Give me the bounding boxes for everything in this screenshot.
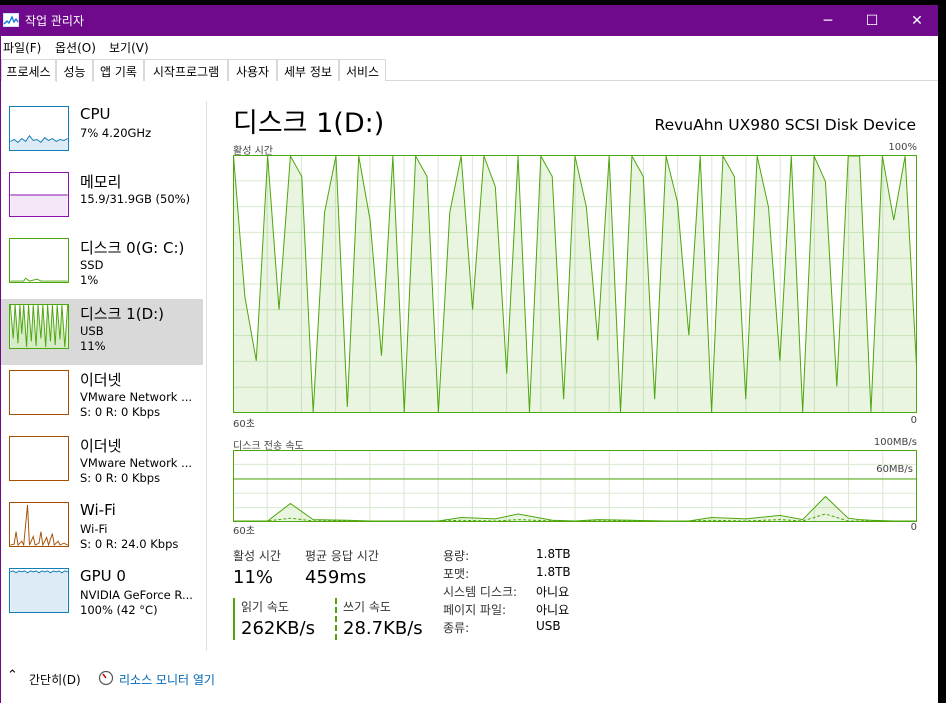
read-speed-indicator	[233, 598, 235, 640]
sidebar-item-usage: S: 0 R: 0 Kbps	[80, 405, 161, 419]
sidebar-item-name: 메모리	[80, 173, 122, 191]
task-manager-window: 작업 관리자 ─ ☐ ✕ 파일(F) 옵션(O) 보기(V) 프로세스 성능 앱…	[0, 5, 938, 703]
sidebar-item-ethernet-2[interactable]: 이더넷 VMware Network ... S: 0 R: 0 Kbps	[1, 431, 203, 497]
menu-file[interactable]: 파일(F)	[3, 39, 41, 56]
tab-details[interactable]: 세부 정보	[277, 59, 339, 81]
tab-app-history[interactable]: 앱 기록	[93, 59, 144, 81]
sidebar-item-usage: 1%	[80, 273, 99, 287]
transfer-rate-chart	[233, 450, 917, 522]
chart1-time-left: 60초	[233, 419, 255, 430]
write-speed-indicator	[335, 598, 337, 640]
sidebar-item-disk0[interactable]: 디스크 0(G: C:) SSD 1%	[1, 233, 203, 299]
sidebar-item-usage: 100% (42 °C)	[80, 603, 158, 617]
sidebar-item-wifi[interactable]: Wi-Fi Wi-Fi S: 0 R: 24.0 Kbps	[1, 497, 203, 563]
close-button[interactable]: ✕	[894, 5, 938, 36]
sidebar-item-detail: 7% 4.20GHz	[80, 126, 152, 140]
write-speed-label: 쓰기 속도	[343, 600, 391, 614]
series-area	[233, 156, 917, 412]
resource-monitor-link[interactable]: 리소스 모니터 열기	[119, 671, 215, 688]
sidebar-item-name: CPU	[80, 105, 111, 123]
sidebar-item-memory[interactable]: 메모리 15.9/31.9GB (50%)	[1, 167, 203, 233]
page-title: 디스크 1(D:)	[233, 108, 385, 139]
property-label: 포맷:	[443, 567, 470, 581]
tab-processes[interactable]: 프로세스	[1, 59, 56, 81]
read-speed-value: 262KB/s	[241, 618, 315, 639]
maximize-button[interactable]: ☐	[849, 5, 895, 36]
property-value: USB	[536, 619, 561, 633]
sidebar-item-detail: Wi-Fi	[80, 522, 108, 536]
sidebar-item-detail: SSD	[80, 258, 104, 272]
active-time-label: 활성 시간	[233, 549, 281, 563]
sidebar-item-detail: 15.9/31.9GB (50%)	[80, 192, 191, 206]
sidebar-item-cpu[interactable]: CPU 7% 4.20GHz	[1, 101, 203, 167]
footer-bar: ⌃ 간단히(D) 리소스 모니터 열기	[1, 665, 938, 695]
collapse-button[interactable]: 간단히(D)	[29, 671, 81, 688]
wifi-thumbnail-graph	[9, 502, 69, 547]
resource-sidebar: CPU 7% 4.20GHz 메모리 15.9/31.9GB (50%) 디스크…	[1, 101, 206, 641]
sidebar-item-name: GPU 0	[80, 567, 126, 585]
sidebar-item-name: Wi-Fi	[80, 501, 116, 519]
avg-response-label: 평균 응답 시간	[305, 549, 379, 563]
write-speed-value: 28.7KB/s	[343, 618, 423, 639]
property-value: 1.8TB	[536, 565, 571, 579]
sidebar-item-name: 이더넷	[80, 371, 122, 389]
property-value: 아니요	[536, 603, 570, 617]
chart2-max-label: 100MB/s	[873, 437, 917, 448]
chart1-time-right: 0	[910, 415, 917, 426]
property-label: 종류:	[443, 621, 470, 635]
resource-monitor-icon	[98, 670, 114, 686]
property-label: 시스템 디스크:	[443, 585, 518, 599]
disk-detail-panel: 디스크 1(D:) RevuAhn UX980 SCSI Disk Device…	[207, 101, 938, 651]
menu-view[interactable]: 보기(V)	[109, 39, 149, 56]
chart2-time-left: 60초	[233, 526, 255, 537]
disk1-thumbnail-graph	[9, 304, 69, 349]
sidebar-item-gpu[interactable]: GPU 0 NVIDIA GeForce R... 100% (42 °C)	[1, 563, 203, 629]
tab-performance[interactable]: 성능	[56, 59, 93, 82]
tab-startup[interactable]: 시작프로그램	[144, 59, 228, 81]
sidebar-item-usage: S: 0 R: 0 Kbps	[80, 471, 161, 485]
menu-bar: 파일(F) 옵션(O) 보기(V)	[1, 36, 938, 56]
property-label: 페이지 파일:	[443, 603, 507, 617]
sidebar-item-name: 디스크 1(D:)	[80, 305, 165, 323]
tab-users[interactable]: 사용자	[228, 59, 277, 81]
chart1-max-label: 100%	[888, 142, 917, 153]
read-speed-label: 읽기 속도	[241, 600, 289, 614]
task-manager-icon	[3, 13, 19, 27]
property-label: 용량:	[443, 549, 470, 563]
sidebar-item-detail: NVIDIA GeForce R...	[80, 588, 193, 602]
chevron-up-icon[interactable]: ⌃	[7, 668, 18, 683]
sidebar-item-disk1[interactable]: 디스크 1(D:) USB 11%	[1, 299, 203, 365]
disk0-thumbnail-graph	[9, 238, 69, 283]
property-value: 1.8TB	[536, 547, 571, 561]
title-bar[interactable]: 작업 관리자 ─ ☐ ✕	[1, 5, 938, 36]
active-time-chart	[233, 155, 917, 413]
device-name: RevuAhn UX980 SCSI Disk Device	[654, 116, 917, 134]
property-value: 아니요	[536, 585, 570, 599]
active-time-value: 11%	[233, 567, 274, 588]
minimize-button[interactable]: ─	[805, 5, 851, 36]
tab-services[interactable]: 서비스	[339, 59, 386, 81]
gpu-thumbnail-graph	[9, 568, 69, 613]
menu-options[interactable]: 옵션(O)	[55, 39, 96, 56]
ethernet-thumbnail-graph	[9, 436, 69, 481]
ethernet-thumbnail-graph	[9, 370, 69, 415]
memory-thumbnail-graph	[9, 172, 69, 217]
sidebar-item-detail: VMware Network ...	[80, 456, 193, 470]
window-title: 작업 관리자	[25, 14, 85, 28]
sidebar-item-usage: 11%	[80, 339, 106, 353]
sidebar-item-usage: S: 0 R: 24.0 Kbps	[80, 537, 179, 551]
chart2-time-right: 0	[910, 522, 917, 533]
sidebar-item-name: 이더넷	[80, 437, 122, 455]
cpu-thumbnail-graph	[9, 106, 69, 151]
avg-response-value: 459ms	[305, 567, 367, 588]
tab-bar: 프로세스 성능 앱 기록 시작프로그램 사용자 세부 정보 서비스	[1, 59, 938, 82]
sidebar-item-detail: USB	[80, 324, 104, 338]
sidebar-item-ethernet-1[interactable]: 이더넷 VMware Network ... S: 0 R: 0 Kbps	[1, 365, 203, 431]
chart2-mid-label: 60MB/s	[876, 464, 913, 475]
sidebar-item-detail: VMware Network ...	[80, 390, 193, 404]
sidebar-item-name: 디스크 0(G: C:)	[80, 239, 185, 257]
